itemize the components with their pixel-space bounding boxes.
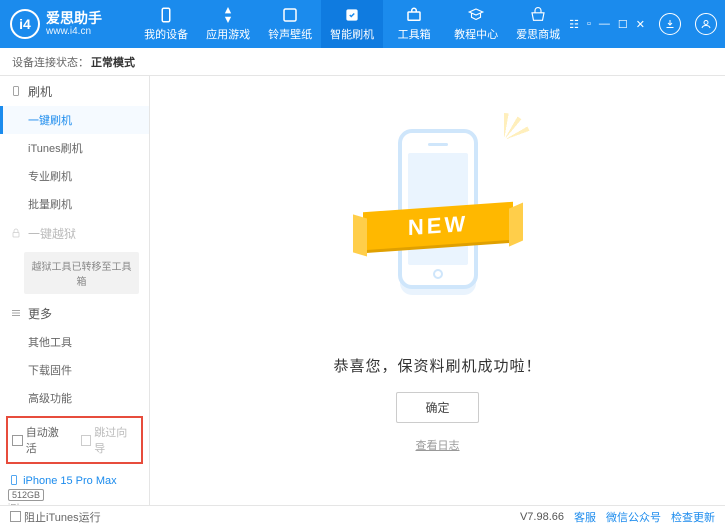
user-button[interactable] bbox=[695, 13, 717, 35]
group-label: 更多 bbox=[28, 305, 52, 322]
tab-tutorial[interactable]: 教程中心 bbox=[445, 0, 507, 48]
brand-logo: i4 爱思助手 www.i4.cn bbox=[0, 9, 135, 39]
version-label: V7.98.66 bbox=[520, 511, 564, 523]
apps-icon bbox=[219, 6, 237, 24]
tab-label: 铃声壁纸 bbox=[268, 26, 312, 42]
tab-label: 我的设备 bbox=[144, 26, 188, 42]
checkbox-autoactivate[interactable]: 自动激活 bbox=[12, 424, 69, 456]
sidebar-item-oneclick[interactable]: 一键刷机 bbox=[0, 106, 149, 134]
footer-link-update[interactable]: 检查更新 bbox=[671, 509, 715, 525]
tab-label: 智能刷机 bbox=[330, 26, 374, 42]
sidebar-item-advanced[interactable]: 高级功能 bbox=[0, 384, 149, 412]
logo-icon: i4 bbox=[10, 9, 40, 39]
store-icon bbox=[529, 6, 547, 24]
device-storage: 512GB bbox=[8, 489, 44, 501]
group-label: 一键越狱 bbox=[28, 225, 76, 242]
device-type: iPhone bbox=[8, 503, 141, 505]
status-bar: 设备连接状态： 正常模式 bbox=[0, 48, 725, 76]
titlebar: i4 爱思助手 www.i4.cn 我的设备 应用游戏 铃声壁纸 智能刷机 工具… bbox=[0, 0, 725, 48]
chk-label: 阻止iTunes运行 bbox=[24, 509, 101, 525]
wallpaper-icon bbox=[281, 6, 299, 24]
footer-bar: 阻止iTunes运行 V7.98.66 客服 微信公众号 检查更新 bbox=[0, 505, 725, 527]
tutorial-icon bbox=[467, 6, 485, 24]
sidebar-group-more[interactable]: 更多 bbox=[0, 298, 149, 328]
main-content: NEW 恭喜您，保资料刷机成功啦！ 确定 查看日志 bbox=[150, 76, 725, 505]
footer-link-wechat[interactable]: 微信公众号 bbox=[606, 509, 661, 525]
chk-label: 跳过向导 bbox=[94, 424, 137, 456]
tab-apps[interactable]: 应用游戏 bbox=[197, 0, 259, 48]
lock-icon bbox=[10, 227, 22, 239]
group-label: 刷机 bbox=[28, 83, 52, 100]
tab-label: 应用游戏 bbox=[206, 26, 250, 42]
nav-tabs: 我的设备 应用游戏 铃声壁纸 智能刷机 工具箱 教程中心 爱思商城 bbox=[135, 0, 569, 48]
brand-title: 爱思助手 bbox=[46, 11, 102, 26]
device-name: iPhone 15 Pro Max bbox=[23, 475, 117, 487]
toolbox-icon bbox=[405, 6, 423, 24]
tab-toolbox[interactable]: 工具箱 bbox=[383, 0, 445, 48]
tab-my-device[interactable]: 我的设备 bbox=[135, 0, 197, 48]
sidebar-item-other[interactable]: 其他工具 bbox=[0, 328, 149, 356]
download-button[interactable] bbox=[659, 13, 681, 35]
sidebar-group-flash[interactable]: 刷机 bbox=[0, 76, 149, 106]
skin-icon[interactable]: ▫ bbox=[587, 18, 591, 30]
jailbreak-note: 越狱工具已转移至工具箱 bbox=[24, 252, 139, 294]
status-label: 设备连接状态： bbox=[12, 54, 89, 70]
sidebar-item-pro[interactable]: 专业刷机 bbox=[0, 162, 149, 190]
sidebar-group-jailbreak: 一键越狱 bbox=[0, 218, 149, 248]
tab-store[interactable]: 爱思商城 bbox=[507, 0, 569, 48]
sidebar-item-itunes[interactable]: iTunes刷机 bbox=[0, 134, 149, 162]
close-icon[interactable]: ✕ bbox=[636, 18, 645, 31]
menu-icon[interactable]: ☷ bbox=[569, 18, 579, 31]
ribbon-text: NEW bbox=[363, 201, 513, 249]
sidebar: 刷机 一键刷机 iTunes刷机 专业刷机 批量刷机 一键越狱 越狱工具已转移至… bbox=[0, 76, 150, 505]
device-icon bbox=[8, 474, 20, 486]
footer-link-cs[interactable]: 客服 bbox=[574, 509, 596, 525]
success-illustration: NEW bbox=[373, 129, 503, 329]
chk-label: 自动激活 bbox=[26, 424, 69, 456]
brand-sub: www.i4.cn bbox=[46, 26, 102, 37]
tab-label: 教程中心 bbox=[454, 26, 498, 42]
success-message: 恭喜您，保资料刷机成功啦！ bbox=[333, 355, 541, 376]
tab-label: 工具箱 bbox=[398, 26, 431, 42]
maximize-icon[interactable]: ☐ bbox=[618, 18, 628, 31]
tab-flash[interactable]: 智能刷机 bbox=[321, 0, 383, 48]
status-value: 正常模式 bbox=[91, 54, 135, 70]
phone-icon bbox=[10, 85, 22, 97]
device-icon bbox=[157, 6, 175, 24]
view-log-link[interactable]: 查看日志 bbox=[416, 437, 460, 453]
tab-ringtone[interactable]: 铃声壁纸 bbox=[259, 0, 321, 48]
shine-icon bbox=[477, 113, 531, 167]
ok-button[interactable]: 确定 bbox=[396, 392, 478, 423]
sidebar-item-firmware[interactable]: 下载固件 bbox=[0, 356, 149, 384]
flash-icon bbox=[343, 6, 361, 24]
checkbox-block-itunes[interactable]: 阻止iTunes运行 bbox=[10, 509, 101, 525]
list-icon bbox=[10, 307, 22, 319]
ribbon-new: NEW bbox=[363, 207, 513, 245]
options-box: 自动激活 跳过向导 bbox=[6, 416, 143, 464]
minimize-icon[interactable]: ― bbox=[599, 18, 610, 30]
window-controls: ☷ ▫ ― ☐ ✕ bbox=[569, 13, 717, 35]
sidebar-item-batch[interactable]: 批量刷机 bbox=[0, 190, 149, 218]
device-info[interactable]: iPhone 15 Pro Max 512GB iPhone bbox=[0, 468, 149, 505]
checkbox-skipguide[interactable]: 跳过向导 bbox=[81, 424, 138, 456]
tab-label: 爱思商城 bbox=[516, 26, 560, 42]
